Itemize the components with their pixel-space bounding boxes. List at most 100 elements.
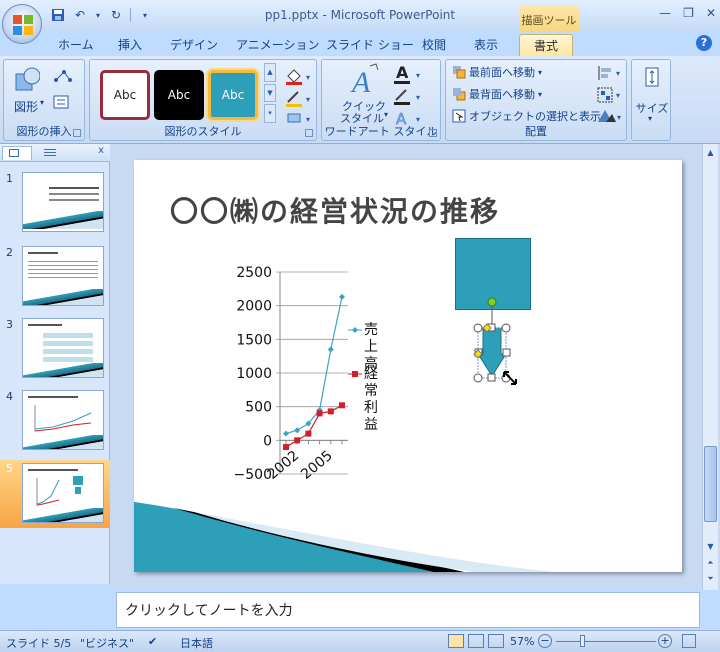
zoom-slider-thumb[interactable] (580, 635, 585, 647)
svg-text:▾: ▾ (616, 91, 620, 100)
zoom-level[interactable]: 57% (510, 635, 534, 648)
undo-icon[interactable]: ↶ (72, 7, 88, 23)
tab-review[interactable]: 校閲 (422, 36, 446, 53)
customize-qat-icon[interactable]: ▾ (137, 7, 153, 23)
tab-design[interactable]: デザイン (170, 36, 218, 53)
quick-style-dropdown-icon[interactable]: ▾ (384, 110, 388, 119)
svg-text:A: A (396, 64, 409, 82)
slide-thumbnail-3[interactable]: 3 (0, 316, 110, 380)
help-icon[interactable]: ? (696, 35, 712, 51)
group-icon[interactable] (597, 87, 613, 103)
close-icon[interactable]: ✕ (706, 6, 716, 20)
size-icon[interactable] (642, 66, 662, 88)
previous-slide-icon[interactable]: ⏶ (704, 556, 717, 570)
outline-tab[interactable] (36, 146, 66, 160)
slides-tab[interactable] (2, 146, 32, 160)
restore-icon[interactable]: ❐ (683, 6, 694, 20)
shape-effects-icon[interactable] (287, 113, 301, 123)
slide-sorter-view-icon[interactable] (468, 634, 484, 648)
slide-canvas[interactable]: 〇〇㈱の経営状況の推移 2500 2000 1500 1000 500 0 −500 200… (134, 160, 682, 572)
shape-outline-icon[interactable] (286, 91, 302, 107)
data-point (339, 402, 345, 409)
shape-style-swatch-1[interactable]: Abc (100, 70, 150, 120)
quick-style-icon[interactable]: A (350, 62, 382, 96)
tab-animation[interactable]: アニメーション (236, 36, 320, 53)
vertical-scrollbar[interactable]: ▲ ▼ ⏶ ⏷ (702, 144, 718, 590)
shape-fill-icon[interactable] (286, 69, 302, 85)
data-point (283, 444, 289, 451)
svg-text:▾: ▾ (416, 71, 420, 80)
size-dropdown-icon[interactable]: ▾ (648, 114, 652, 123)
data-point (339, 293, 345, 300)
next-slide-icon[interactable]: ⏷ (704, 572, 717, 586)
slideshow-view-icon[interactable] (488, 634, 504, 648)
slides-panel: x 1 2 3 4 5 (0, 144, 110, 584)
gallery-more-icon[interactable]: ▾ (264, 104, 276, 124)
resize-handle[interactable] (502, 348, 511, 357)
wordart-launcher-icon[interactable] (429, 129, 437, 137)
slide-thumbnail-1[interactable]: 1 (0, 170, 110, 234)
bring-to-front-button[interactable]: 最前面へ移動 ▾ (452, 64, 542, 80)
zoom-slider-track[interactable] (556, 641, 656, 642)
resize-handle[interactable] (473, 373, 483, 383)
zoom-out-icon[interactable]: − (538, 634, 552, 648)
group-shape-styles: Abc Abc Abc ▲ ▼ ▾ ▾ ▾ ▾ 図形のスタイル (89, 59, 317, 141)
shapes-button[interactable]: 図形 (14, 98, 38, 115)
line-chart[interactable]: 25002000150010005000−500 20022005 (230, 248, 410, 488)
slide-thumbnail-4[interactable]: 4 (0, 388, 110, 452)
selection-pane-button[interactable]: オブジェクトの選択と表示 (452, 108, 601, 124)
chart-x-ticks: 20022005 (265, 448, 336, 483)
gallery-up-icon[interactable]: ▲ (264, 63, 276, 82)
notes-pane[interactable]: クリックしてノートを入力 (116, 592, 700, 628)
shape-style-swatch-2[interactable]: Abc (154, 70, 204, 120)
close-panel-icon[interactable]: x (98, 145, 104, 156)
notes-placeholder[interactable]: クリックしてノートを入力 (125, 600, 293, 620)
tab-slideshow[interactable]: スライド ショー (326, 36, 414, 53)
rotate-icon[interactable] (598, 110, 616, 122)
resize-handle[interactable] (487, 373, 496, 382)
redo-icon[interactable]: ↻ (108, 7, 124, 23)
tab-format[interactable]: 書式 (519, 34, 574, 56)
tab-insert[interactable]: 挿入 (118, 36, 142, 53)
gallery-down-icon[interactable]: ▼ (264, 83, 276, 103)
shapes-dropdown-icon[interactable]: ▾ (40, 98, 44, 107)
edit-shape-icon[interactable] (52, 68, 74, 84)
fit-to-window-icon[interactable] (682, 634, 696, 648)
tab-home[interactable]: ホーム (58, 36, 94, 53)
shapes-icon[interactable] (14, 66, 40, 94)
text-fill-icon[interactable]: A (394, 64, 410, 84)
language-indicator[interactable]: 日本語 (180, 635, 213, 651)
scroll-thumb[interactable] (704, 446, 717, 522)
data-point (327, 408, 334, 415)
scroll-down-icon[interactable]: ▼ (704, 540, 717, 554)
zoom-in-icon[interactable]: + (658, 634, 672, 648)
insert-shapes-launcher-icon[interactable] (73, 129, 81, 137)
slide-thumbnail-5-selected[interactable]: 5 (0, 460, 110, 528)
legend-label-profit: 経常 利益 (364, 366, 378, 433)
slide-thumbnail-2[interactable]: 2 (0, 244, 110, 308)
rotation-handle[interactable] (487, 297, 497, 307)
spellcheck-icon[interactable]: ✔ (148, 635, 157, 648)
undo-dropdown-icon[interactable]: ▾ (94, 7, 102, 23)
slide-title[interactable]: 〇〇㈱の経営状況の推移 (170, 190, 500, 230)
scroll-up-icon[interactable]: ▲ (704, 146, 717, 160)
tab-view[interactable]: 表示 (474, 36, 498, 53)
resize-handle[interactable] (473, 323, 483, 333)
text-outline-icon[interactable] (394, 89, 410, 105)
svg-text:▾: ▾ (416, 93, 420, 102)
save-icon[interactable] (50, 7, 66, 23)
y-tick-label: 500 (245, 400, 272, 416)
group-arrange: 最前面へ移動 ▾ 最背面へ移動 ▾ オブジェクトの選択と表示 ▾ ▾ ▾ 配置 (445, 59, 627, 141)
thumbnail-image (22, 172, 104, 232)
thumbnail-image (22, 318, 104, 378)
minimize-icon[interactable]: — (659, 6, 671, 20)
chart-y-ticks: 25002000150010005000−500 (234, 265, 272, 483)
office-button[interactable] (2, 4, 42, 44)
align-icon[interactable] (598, 66, 611, 80)
text-box-icon[interactable] (52, 94, 74, 110)
send-to-back-button[interactable]: 最背面へ移動 ▾ (452, 86, 542, 102)
normal-view-icon[interactable] (448, 634, 464, 648)
shape-styles-launcher-icon[interactable] (305, 129, 313, 137)
shape-style-swatch-3-selected[interactable]: Abc (208, 70, 258, 120)
resize-handle[interactable] (501, 323, 511, 333)
